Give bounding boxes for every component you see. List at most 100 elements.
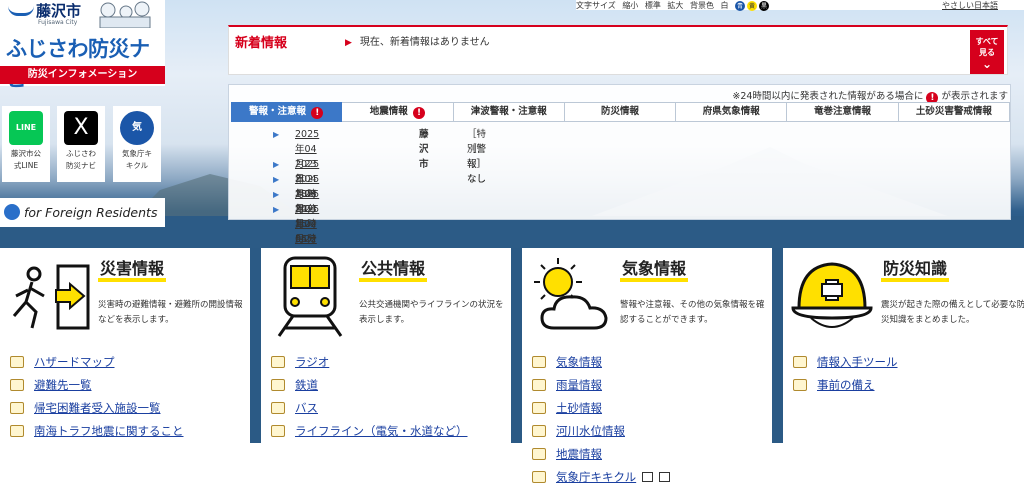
alert-icon: ! (413, 107, 426, 119)
site-subtitle: 防災インフォメーション (0, 66, 165, 84)
sns-label: 気象庁キ (122, 149, 152, 158)
list-item: 避難先一覧 (10, 373, 184, 396)
earthquake-icon (10, 424, 24, 437)
card-weather-info: 気象情報 警報や注意報、その他の気象情報を確認することができます。 気象情報 雨… (522, 248, 772, 488)
list-item: ライフライン（電気・水道など） (271, 419, 468, 442)
news-see-all-button[interactable]: すべて 見る ⌄ (970, 30, 1004, 74)
font-large-button[interactable]: 拡大 (667, 0, 683, 11)
list-item: ラジオ (271, 350, 468, 373)
triangle-icon: ▶ (273, 205, 280, 214)
list-item: 河川水位情報 (532, 419, 670, 442)
font-size-label: 文字サイズ (576, 1, 616, 10)
divider (771, 248, 783, 443)
sns-label: 式LINE (13, 161, 39, 170)
jma-icon: 気 (120, 111, 154, 145)
city-name: 藤沢市 Fujisawa City (8, 0, 81, 26)
info-tool-icon (793, 355, 807, 368)
preparedness-link[interactable]: 事前の備え (817, 377, 875, 393)
alert-tabs: 警報・注意報 ! 地震情報 ! 津波警報・注意報 防災情報 府県気象情報 竜巻注… (231, 102, 1010, 122)
news-message: ▶ 現在、新着情報はありません (345, 37, 490, 48)
river-level-link[interactable]: 河川水位情報 (556, 423, 625, 439)
alert-panel: ※24時間以内に発表された情報がある場合に ! が表示されます 警報・注意報 !… (228, 84, 1011, 290)
external-link-icon (642, 471, 654, 482)
shelter-icon (10, 378, 24, 391)
sns-label: キクル (125, 161, 149, 170)
tab-warnings[interactable]: 警報・注意報 ! (231, 102, 343, 122)
earthquake-link[interactable]: 地震情報 (556, 446, 602, 462)
kikikuru-icon (532, 470, 546, 483)
info-tools-link[interactable]: 情報入手ツール (817, 354, 898, 370)
sns-label: 防災ナビ (66, 161, 96, 170)
list-item: 南海トラフ地震に関すること (10, 419, 184, 442)
line-link[interactable]: LINE 藤沢市公 式LINE (2, 106, 50, 182)
triangle-icon: ▶ (345, 38, 352, 48)
radio-link[interactable]: ラジオ (295, 354, 329, 370)
nankai-trough-link[interactable]: 南海トラフ地震に関すること (34, 423, 184, 439)
site-title: ふじさわ防災ナビ (6, 37, 150, 91)
divider (510, 248, 522, 443)
radio-icon (271, 355, 285, 368)
tab-tornado[interactable]: 竜巻注意情報 (787, 102, 899, 122)
bg-white-button[interactable]: 白 (721, 0, 729, 11)
list-item: 気象庁キキクル (532, 465, 671, 488)
bg-color-label: 背景色 (689, 1, 714, 10)
lifeline-link[interactable]: ライフライン（電気・水道など） (295, 423, 468, 439)
list-item: 気象情報 (532, 350, 670, 373)
train-small-icon (271, 378, 285, 391)
bg-blue-button[interactable]: 青 (735, 1, 746, 11)
lifeline-icon (271, 424, 285, 437)
bg-black-button[interactable]: 黒 (759, 1, 770, 11)
landslide-link[interactable]: 土砂情報 (556, 400, 602, 416)
tab-earthquake[interactable]: 地震情報 ! (342, 102, 454, 122)
train-icon (277, 256, 343, 337)
weather-icon (532, 355, 546, 368)
triangle-icon: ▶ (273, 190, 280, 199)
tab-tsunami[interactable]: 津波警報・注意報 (453, 102, 565, 122)
list-item: 情報入手ツール (793, 350, 898, 373)
card-title: 防災知識 (881, 260, 950, 282)
card-description: 災害時の避難情報・避難所の開設情報などを表示します。 (98, 300, 243, 325)
lightbulb-icon (793, 378, 807, 391)
card-description: 震災が起きた際の備えとして必要な防災知識をまとめました。 (881, 300, 1024, 325)
bg-yellow-button[interactable]: 黄 (747, 1, 758, 11)
bus-icon (271, 401, 285, 414)
tab-prefecture-weather[interactable]: 府県気象情報 (676, 102, 788, 122)
facility-icon (10, 401, 24, 414)
easy-japanese-link[interactable]: やさしい日本語 (942, 0, 998, 11)
kikikuru-link[interactable]: 気象庁キキクル (556, 469, 636, 485)
news-box: 新着情報 ▶ 現在、新着情報はありません すべて 見る ⌄ (228, 25, 1008, 75)
city-name-en: Fujisawa City (38, 19, 78, 26)
card-description: 警報や注意報、その他の気象情報を確認することができます。 (620, 300, 765, 325)
triangle-icon: ▶ (273, 175, 280, 184)
stranded-facility-link[interactable]: 帰宅困難者受入施設一覧 (34, 400, 161, 416)
kikikuru-link[interactable]: 気 気象庁キ キクル (113, 106, 161, 182)
accessibility-bar: 文字サイズ 縮小 標準 拡大 背景色 白 青黄黒 やさしい日本語 (576, 0, 1024, 11)
rainfall-link[interactable]: 雨量情報 (556, 377, 602, 393)
news-title: 新着情報 (235, 36, 288, 51)
list-item: 事前の備え (793, 373, 898, 396)
weather-link[interactable]: 気象情報 (556, 354, 602, 370)
x-link[interactable]: X ふじさわ 防災ナビ (57, 106, 105, 182)
x-icon: X (64, 111, 98, 145)
font-small-button[interactable]: 縮小 (622, 0, 638, 11)
card-description: 公共交通機関やライフラインの状況を表示します。 (359, 300, 504, 325)
card-public-info: 公共情報 公共交通機関やライフラインの状況を表示します。 ラジオ 鉄道 バス ラ… (261, 248, 511, 488)
chevron-down-icon: ⌄ (981, 57, 993, 71)
list-item: 帰宅困難者受入施設一覧 (10, 396, 184, 419)
list-item: 土砂情報 (532, 396, 670, 419)
list-item: ハザードマップ (10, 350, 184, 373)
tab-disaster-info[interactable]: 防災情報 (564, 102, 677, 122)
sun-cloud-icon (534, 258, 608, 330)
bus-link[interactable]: バス (295, 400, 318, 416)
tab-landslide[interactable]: 土砂災害警戒情報 (898, 102, 1010, 122)
list-item: 地震情報 (532, 442, 670, 465)
hazard-map-link[interactable]: ハザードマップ (34, 354, 115, 370)
sns-label: 藤沢市公 (11, 149, 41, 158)
shelter-list-link[interactable]: 避難先一覧 (34, 377, 92, 393)
railway-link[interactable]: 鉄道 (295, 377, 318, 393)
font-standard-button[interactable]: 標準 (645, 0, 661, 11)
site-logo[interactable]: 藤沢市 Fujisawa City ふじさわ防災ナビ 防災インフォメーション (0, 0, 165, 91)
foreign-residents-link[interactable]: for Foreign Residents (0, 198, 165, 227)
landslide-icon (532, 401, 546, 414)
card-title: 災害情報 (98, 260, 167, 282)
